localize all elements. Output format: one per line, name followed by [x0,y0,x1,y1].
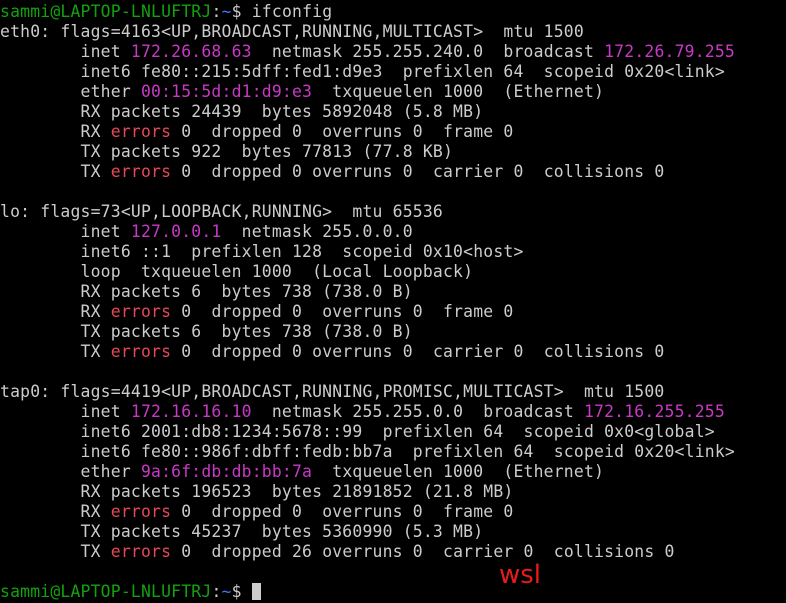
tap0-tx-errors-text: 0 dropped 26 overruns 0 carrier 0 collis… [171,542,675,561]
command-line: sammi@LAPTOP-LNLUFTRJ:~$ ifconfig [0,2,786,22]
lo-tx-label: TX [0,342,111,361]
lo-flags-text: lo: flags=73<UP,LOOPBACK,RUNNING> mtu 65… [0,202,443,221]
wsl-watermark: wsl [499,560,542,590]
tap0-flags-text: tap0: flags=4419<UP,BROADCAST,RUNNING,PR… [0,382,665,401]
lo-loop-line: loop txqueuelen 1000 (Local Loopback) [0,262,786,282]
prompt-user-host: sammi@LAPTOP-LNLUFTRJ [0,2,212,21]
lo-rx-label: RX [0,302,111,321]
lo-tx-errors-word: errors [110,342,172,361]
tap0-tx-errors-line: TX errors 0 dropped 26 overruns 0 carrie… [0,542,786,562]
tap0-tx-errors-word: errors [110,542,172,561]
lo-rx-packets-line: RX packets 6 bytes 738 (738.0 B) [0,282,786,302]
prompt-separator: : [211,2,222,21]
lo-rx-errors-text: 0 dropped 0 overruns 0 frame 0 [171,302,514,321]
lo-loop-text: loop txqueuelen 1000 (Local Loopback) [0,262,474,281]
eth0-tx-label: TX [0,162,111,181]
prompt-path: ~ [221,2,232,21]
tap0-rx-errors-line: RX errors 0 dropped 0 overruns 0 frame 0 [0,502,786,522]
eth0-rx-errors-line: RX errors 0 dropped 0 overruns 0 frame 0 [0,122,786,142]
tap0-inet-label: inet [0,402,131,421]
eth0-rx-packets-text: RX packets 24439 bytes 5892048 (5.8 MB) [0,102,484,121]
eth0-ether-label: ether [0,82,141,101]
prompt-symbol: $ [231,2,252,21]
eth0-rx-errors-text: 0 dropped 0 overruns 0 frame 0 [171,122,514,141]
eth0-inet-address: 172.26.68.63 [130,42,252,61]
eth0-broadcast-address: 172.26.79.255 [604,42,735,61]
tap0-rx-errors-text: 0 dropped 0 overruns 0 frame 0 [171,502,514,521]
lo-tx-packets-text: TX packets 6 bytes 738 (738.0 B) [0,322,413,341]
lo-inet-line: inet 127.0.0.1 netmask 255.0.0.0 [0,222,786,242]
eth0-tx-packets-text: TX packets 922 bytes 77813 (77.8 KB) [0,142,454,161]
eth0-inet6-line: inet6 fe80::215:5dff:fed1:d9e3 prefixlen… [0,62,786,82]
tap0-inet-address: 172.16.16.10 [130,402,252,421]
tap0-mac-address: 9a:6f:db:db:bb:7a [140,462,313,481]
eth0-rx-errors-word: errors [110,122,172,141]
eth0-inet-label: inet [0,42,131,61]
prompt-path: ~ [221,582,232,601]
prompt-user-host: sammi@LAPTOP-LNLUFTRJ [0,582,212,601]
tap0-broadcast-address: 172.16.255.255 [583,402,725,421]
tap0-inet6-link-line: inet6 fe80::986f:dbff:fedb:bb7a prefixle… [0,442,786,462]
eth0-tx-errors-word: errors [110,162,172,181]
lo-tx-errors-line: TX errors 0 dropped 0 overruns 0 carrier… [0,342,786,362]
eth0-flags-text: eth0: flags=4163<UP,BROADCAST,RUNNING,MU… [0,22,584,41]
eth0-rx-label: RX [0,122,111,141]
lo-rx-errors-word: errors [110,302,172,321]
tap0-inet-line: inet 172.16.16.10 netmask 255.255.0.0 br… [0,402,786,422]
tap0-ether-line: ether 9a:6f:db:db:bb:7a txqueuelen 1000 … [0,462,786,482]
lo-tx-packets-line: TX packets 6 bytes 738 (738.0 B) [0,322,786,342]
eth0-ether-line: ether 00:15:5d:d1:d9:e3 txqueuelen 1000 … [0,82,786,102]
tap0-rx-label: RX [0,502,111,521]
tap0-tx-packets-line: TX packets 45237 bytes 5360990 (5.3 MB) [0,522,786,542]
eth0-mac-address: 00:15:5d:d1:d9:e3 [140,82,313,101]
tap0-ether-label: ether [0,462,141,481]
eth0-inet6-text: inet6 fe80::215:5dff:fed1:d9e3 prefixlen… [0,62,725,81]
tap0-rx-errors-word: errors [110,502,172,521]
tap0-inet6-global-text: inet6 2001:db8:1234:5678::99 prefixlen 6… [0,422,715,441]
command-text: ifconfig [251,2,333,21]
lo-tx-errors-text: 0 dropped 0 overruns 0 carrier 0 collisi… [171,342,665,361]
eth0-txqueuelen-text: txqueuelen 1000 (Ethernet) [312,82,605,101]
lo-inet-label: inet [0,222,131,241]
eth0-tx-errors-line: TX errors 0 dropped 0 overruns 0 carrier… [0,162,786,182]
lo-inet6-line: inet6 ::1 prefixlen 128 scopeid 0x10<hos… [0,242,786,262]
lo-inet-address: 127.0.0.1 [130,222,222,241]
eth0-tx-packets-line: TX packets 922 bytes 77813 (77.8 KB) [0,142,786,162]
lo-flags-line: lo: flags=73<UP,LOOPBACK,RUNNING> mtu 65… [0,202,786,222]
tap0-rx-packets-text: RX packets 196523 bytes 21891852 (21.8 M… [0,482,514,501]
prompt-symbol: $ [231,582,252,601]
eth0-rx-packets-line: RX packets 24439 bytes 5892048 (5.8 MB) [0,102,786,122]
eth0-inet-line: inet 172.26.68.63 netmask 255.255.240.0 … [0,42,786,62]
tap0-flags-line: tap0: flags=4419<UP,BROADCAST,RUNNING,PR… [0,382,786,402]
lo-netmask-text: netmask 255.0.0.0 [221,222,413,241]
tap0-inet6-global-line: inet6 2001:db8:1234:5678::99 prefixlen 6… [0,422,786,442]
tap0-inet6-link-text: inet6 fe80::986f:dbff:fedb:bb7a prefixle… [0,442,735,461]
tap0-rx-packets-line: RX packets 196523 bytes 21891852 (21.8 M… [0,482,786,502]
terminal-window[interactable]: sammi@LAPTOP-LNLUFTRJ:~$ ifconfig eth0: … [0,0,786,603]
tap0-txqueuelen-text: txqueuelen 1000 (Ethernet) [312,462,605,481]
eth0-tx-errors-text: 0 dropped 0 overruns 0 carrier 0 collisi… [171,162,665,181]
prompt-separator: : [211,582,222,601]
tap0-netmask-text: netmask 255.255.0.0 broadcast [251,402,584,421]
current-prompt-line[interactable]: sammi@LAPTOP-LNLUFTRJ:~$ [0,582,786,602]
tap0-tx-packets-text: TX packets 45237 bytes 5360990 (5.3 MB) [0,522,484,541]
tap0-tx-label: TX [0,542,111,561]
eth0-flags-line: eth0: flags=4163<UP,BROADCAST,RUNNING,MU… [0,22,786,42]
lo-rx-errors-line: RX errors 0 dropped 0 overruns 0 frame 0 [0,302,786,322]
eth0-netmask-text: netmask 255.255.240.0 broadcast [251,42,605,61]
lo-rx-packets-text: RX packets 6 bytes 738 (738.0 B) [0,282,413,301]
text-cursor[interactable] [251,583,261,600]
lo-inet6-text: inet6 ::1 prefixlen 128 scopeid 0x10<hos… [0,242,524,261]
